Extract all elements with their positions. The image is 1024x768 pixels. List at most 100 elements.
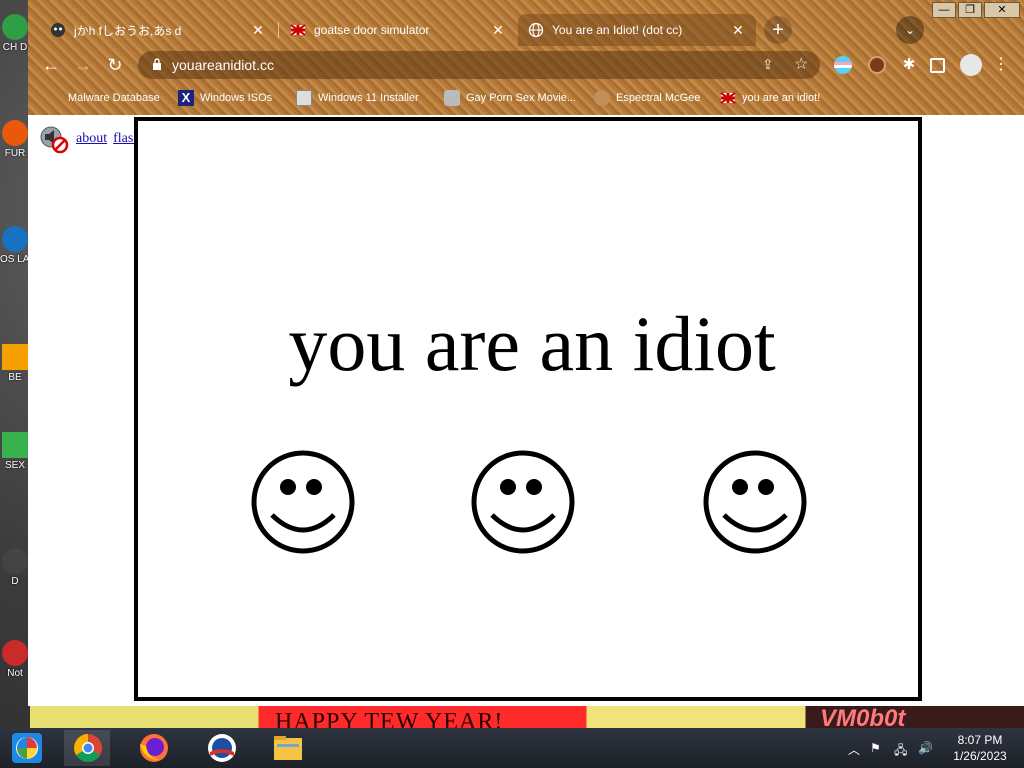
- system-clock[interactable]: 8:07 PM 1/26/2023: [940, 732, 1020, 764]
- cube-icon: [444, 90, 460, 106]
- show-hidden-icons-chevron-icon[interactable]: ︿: [848, 741, 860, 758]
- clock-time: 8:07 PM: [957, 733, 1003, 747]
- close-window-button[interactable]: ✕: [984, 2, 1020, 18]
- web-page: about flash you are an idiot: [28, 115, 1024, 706]
- desktop-icon-3[interactable]: OS LAD: [0, 226, 30, 265]
- close-tab-icon[interactable]: ✕: [490, 22, 506, 39]
- smiley-face-icon: [471, 450, 575, 554]
- folder-icon: [46, 90, 62, 106]
- about-link[interactable]: about: [76, 131, 107, 147]
- maximize-button[interactable]: ❐: [958, 2, 982, 18]
- start-button-icon[interactable]: [8, 732, 48, 764]
- bookmark-label: Espectral McGee: [616, 92, 701, 104]
- bookmark-label: Malware Database: [68, 92, 160, 104]
- tab-strip: jかh fしおうお,あs d ✕ goatse door simulator ✕…: [28, 0, 1024, 46]
- bookmark-you-are-an-idiot[interactable]: you are an idiot!: [720, 90, 820, 106]
- bookmark-label: you are an idiot!: [742, 92, 821, 104]
- minimize-button[interactable]: —: [932, 2, 956, 18]
- chrome-icon[interactable]: [68, 732, 108, 764]
- anime-face-icon: [51, 23, 65, 37]
- profile-avatar-icon[interactable]: [960, 54, 982, 76]
- x-logo-icon: X: [178, 90, 194, 106]
- desktop-icon-label: D: [11, 576, 19, 587]
- forward-arrow-icon[interactable]: →: [72, 54, 94, 76]
- flag-icon: [290, 24, 306, 36]
- desktop-icon-label: Not: [7, 668, 23, 679]
- page-headline: you are an idiot: [288, 300, 776, 387]
- trans-flag-extension-icon[interactable]: [834, 56, 852, 74]
- bookmark-windows-isos[interactable]: X Windows ISOs: [178, 90, 272, 106]
- menu-kebab-icon[interactable]: ⋮: [992, 56, 1010, 74]
- browser-chrome: jかh fしおうお,あs d ✕ goatse door simulator ✕…: [28, 0, 1024, 115]
- desktop-icon-label: BE: [8, 372, 22, 383]
- firefox-icon[interactable]: [134, 732, 174, 764]
- bookmark-movie[interactable]: Gay Porn Sex Movie...: [444, 90, 576, 106]
- flag-icon: [720, 92, 736, 104]
- desktop-icon-7[interactable]: Not: [0, 640, 30, 679]
- tab-title: goatse door simulator: [314, 23, 430, 37]
- tab-1[interactable]: jかh fしおうお,あs d ✕: [40, 14, 276, 46]
- action-center-flag-icon[interactable]: ⚑: [870, 741, 881, 755]
- taskbar: ︿ ⚑ 🖧 🔊 8:07 PM 1/26/2023: [0, 728, 1024, 768]
- desktop-icon-label: OS LAD: [0, 254, 30, 265]
- bookmarks-bar: Malware Database X Windows ISOs Windows …: [28, 84, 1024, 112]
- app-icon: [2, 432, 28, 458]
- tab-2[interactable]: goatse door simulator ✕: [280, 14, 516, 46]
- bookmark-malware-database[interactable]: Malware Database: [46, 90, 160, 106]
- file-explorer-icon[interactable]: [268, 732, 308, 764]
- network-icon[interactable]: 🖧: [894, 741, 907, 762]
- bookmark-label: Windows 11 Installer: [318, 92, 419, 104]
- installer-icon: [296, 90, 312, 106]
- side-panel-icon[interactable]: [930, 58, 945, 73]
- toolbar: ← → ↻ youareanidiot.cc ⇪ ☆ ✱ ⋮: [28, 46, 1024, 84]
- app-icon: [2, 548, 28, 574]
- app-icon: [2, 120, 28, 146]
- desktop-icon-label: CH D: [2, 42, 28, 53]
- app-icon: [2, 344, 28, 370]
- close-tab-icon[interactable]: ✕: [250, 22, 266, 39]
- lock-icon: [153, 58, 161, 70]
- puzzle-extensions-icon[interactable]: ✱: [900, 56, 918, 74]
- tab-title: You are an Idiot! (dot cc): [552, 23, 683, 37]
- browser-window: jかh fしおうお,あs d ✕ goatse door simulator ✕…: [28, 0, 1024, 706]
- avatar-extension-icon[interactable]: [868, 56, 886, 74]
- desktop-icon-6[interactable]: D: [0, 548, 30, 587]
- tab-divider: [278, 22, 279, 38]
- bookmark-label: Windows ISOs: [200, 92, 273, 104]
- tab-title: jかh fしおうお,あs d: [74, 23, 182, 38]
- volume-icon[interactable]: 🔊: [918, 741, 933, 755]
- bookmark-label: Gay Porn Sex Movie...: [466, 92, 577, 104]
- app-icon: [2, 226, 28, 252]
- url-text[interactable]: youareanidiot.cc: [172, 57, 274, 73]
- tab-search-chevron-icon[interactable]: ⌄: [896, 16, 924, 44]
- globe-icon: [528, 22, 544, 38]
- bookmark-espectral-mcgee[interactable]: Espectral McGee: [594, 90, 700, 106]
- wallpaper-strip: HAPPY TEW YEAR! VM0b0t: [30, 705, 1024, 728]
- bookmark-star-icon[interactable]: ☆: [794, 54, 808, 74]
- bookmark-windows-11-installer[interactable]: Windows 11 Installer: [296, 90, 419, 106]
- reload-icon[interactable]: ↻: [104, 54, 126, 76]
- desktop-icon-2[interactable]: FUR: [0, 120, 30, 159]
- smiley-face-icon: [251, 450, 355, 554]
- desktop-icon-label: SEX: [4, 460, 25, 471]
- share-icon[interactable]: ⇪: [762, 56, 774, 73]
- tab-3[interactable]: You are an Idiot! (dot cc) ✕: [518, 14, 756, 46]
- desktop-icon-5[interactable]: SEX: [0, 432, 30, 471]
- new-tab-button[interactable]: +: [764, 16, 792, 44]
- app-icon: [2, 640, 28, 666]
- idiot-panel: you are an idiot: [134, 117, 922, 701]
- wallpaper-text: VM0b0t: [820, 705, 906, 728]
- back-arrow-icon[interactable]: ←: [40, 54, 62, 76]
- face-icon: [594, 90, 610, 106]
- smiley-face-icon: [703, 450, 807, 554]
- desktop-icon-4[interactable]: BE: [0, 344, 30, 383]
- campaign-logo-icon[interactable]: [202, 732, 242, 764]
- close-tab-icon[interactable]: ✕: [730, 22, 746, 39]
- desktop-icon-1[interactable]: CH D: [0, 14, 30, 53]
- desktop-icon-label: FUR: [4, 148, 26, 159]
- clock-date: 1/26/2023: [953, 749, 1007, 763]
- address-bar[interactable]: youareanidiot.cc ⇪ ☆: [138, 51, 820, 79]
- app-icon: [2, 14, 28, 40]
- sound-muted-icon[interactable]: [38, 123, 70, 155]
- wallpaper-text: HAPPY TEW YEAR!: [275, 709, 504, 728]
